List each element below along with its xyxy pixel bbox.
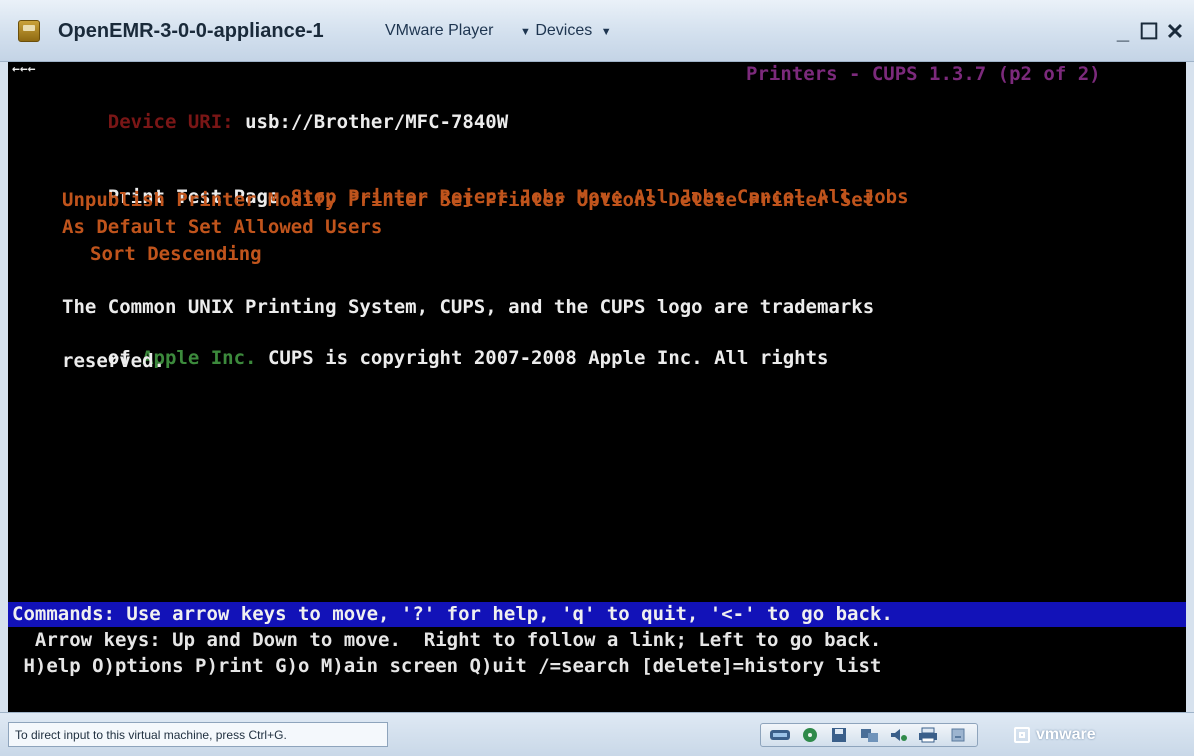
chevron-down-icon: ▼ [600, 26, 612, 38]
vmware-player-menu-label: VMware Player [385, 22, 494, 39]
floppy-icon[interactable] [828, 727, 850, 743]
footer-line-2: of Apple Inc. CUPS is copyright 2007-200… [62, 322, 829, 394]
vmware-app-icon [18, 20, 40, 42]
status-bar: Commands: Use arrow keys to move, '?' fo… [8, 602, 1186, 627]
vmware-logo: vmware [1014, 723, 1154, 747]
bottom-bar: To direct input to this virtual machine,… [0, 712, 1194, 756]
devices-menu-label: Devices [535, 22, 593, 39]
help-line-1: Arrow keys: Up and Down to move. Right t… [12, 629, 882, 651]
usb-icon[interactable] [858, 727, 880, 743]
vmware-player-menu[interactable]: VMware Player [385, 22, 493, 40]
device-uri-label: Device URI: [107, 111, 234, 133]
footer-line-3: reserved. [62, 350, 165, 372]
network-icon[interactable] [769, 727, 791, 743]
back-marker: ←←← [12, 62, 36, 77]
device-uri-value: usb://Brother/MFC-7840W [245, 111, 509, 133]
help-line-2: H)elp O)ptions P)rint G)o M)ain screen Q… [12, 655, 882, 677]
footer-line-1: The Common UNIX Printing System, CUPS, a… [62, 296, 875, 318]
cd-icon[interactable] [799, 727, 821, 743]
maximize-button[interactable]: ☐ [1136, 20, 1162, 44]
footer-suffix: CUPS is copyright 2007-2008 Apple Inc. A… [267, 347, 829, 369]
vmware-brand: vmware [1036, 726, 1096, 743]
actions-line-2[interactable]: Unpublish Printer Modify Printer Set Pri… [62, 188, 874, 212]
minimize-button[interactable]: _ [1110, 20, 1136, 44]
close-button[interactable]: ✕ [1162, 20, 1188, 44]
printer-icon[interactable] [917, 727, 939, 743]
devices-menu[interactable]: ▼ Devices ▼ [516, 22, 612, 40]
device-tray [760, 723, 978, 747]
hdd-icon[interactable] [947, 727, 969, 743]
vmware-logo-icon [1014, 727, 1030, 743]
sound-icon[interactable] [888, 727, 910, 743]
title-bar: OpenEMR-3-0-0-appliance-1 VMware Player … [0, 0, 1194, 62]
device-uri-row: Device URI: usb://Brother/MFC-7840W [62, 86, 508, 158]
terminal-screen[interactable]: ←←← Printers - CUPS 1.3.7 (p2 of 2) Devi… [8, 62, 1186, 712]
page-header: Printers - CUPS 1.3.7 (p2 of 2) [746, 63, 1101, 85]
status-bar-text: Commands: Use arrow keys to move, '?' fo… [12, 603, 893, 625]
sort-descending-link[interactable]: Sort Descending [90, 242, 262, 266]
chevron-down-icon: ▼ [520, 26, 531, 38]
vm-title: OpenEMR-3-0-0-appliance-1 [58, 20, 324, 42]
input-hint: To direct input to this virtual machine,… [8, 722, 388, 747]
actions-line-3[interactable]: As Default Set Allowed Users [62, 215, 382, 239]
